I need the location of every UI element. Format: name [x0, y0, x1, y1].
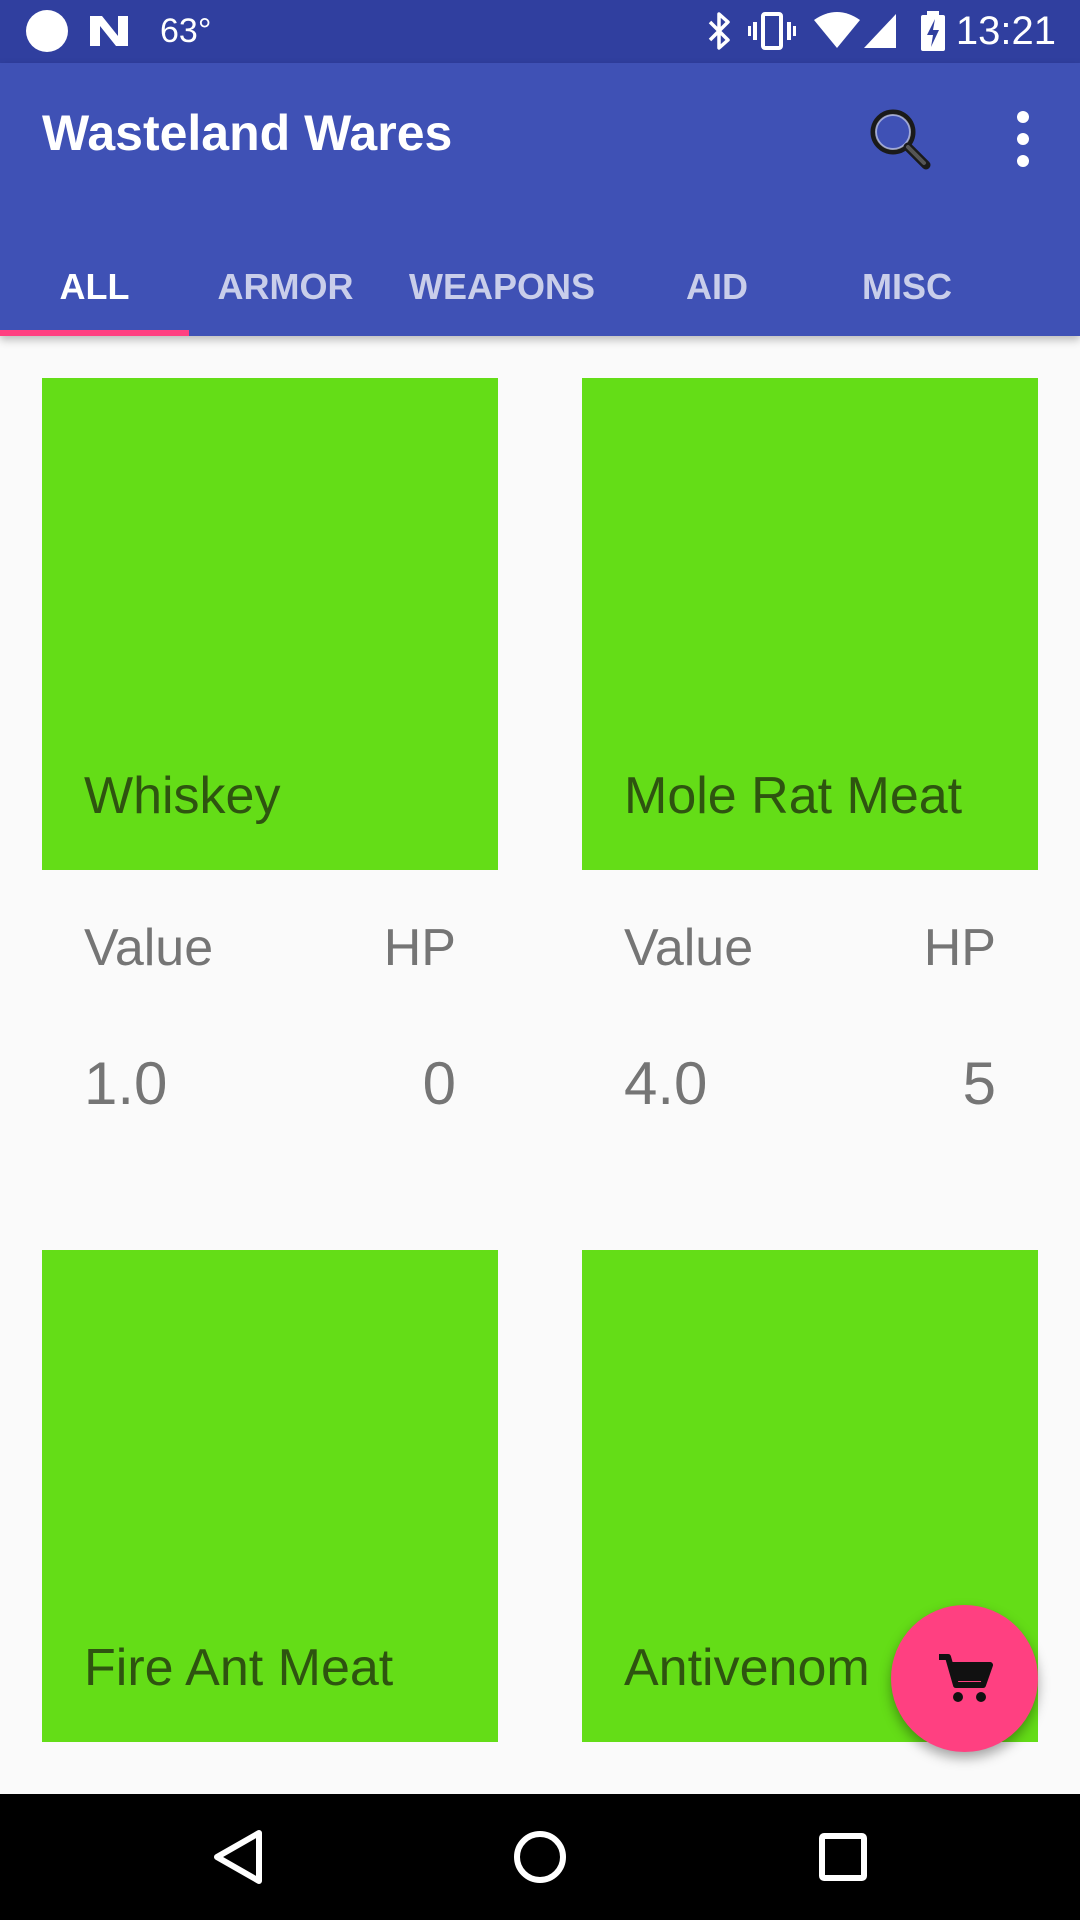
item-card-whiskey[interactable]: Whiskey [42, 378, 498, 870]
value-label: Value [84, 919, 214, 977]
item-value: 1.0 [84, 1050, 168, 1117]
recents-button[interactable] [803, 1817, 883, 1897]
hp-label: HP [923, 919, 996, 977]
item-hp: 0 [422, 1050, 456, 1117]
home-button[interactable] [500, 1817, 580, 1897]
category-tabs: ALL ARMOR WEAPONS AID MISC [0, 238, 1080, 336]
hp-label: HP [383, 919, 456, 977]
battery-charging-icon [921, 11, 945, 51]
recents-icon [819, 1833, 867, 1881]
app-bar: Wasteland Wares ALL ARMOR WEAPONS AID MI… [0, 63, 1080, 336]
app-title: Wasteland Wares [42, 105, 453, 161]
cell-signal-icon [864, 14, 896, 48]
search-button[interactable] [864, 103, 936, 175]
item-name: Whiskey [84, 767, 281, 825]
more-vert-icon [1017, 111, 1029, 167]
clock-text: 13:21 [955, 9, 1056, 53]
back-icon [214, 1830, 262, 1884]
more-options-button[interactable] [996, 103, 1050, 175]
vibrate-icon [748, 12, 796, 50]
item-hp: 5 [962, 1050, 996, 1117]
tab-armor[interactable]: ARMOR [189, 238, 382, 336]
item-name: Fire Ant Meat [84, 1639, 394, 1697]
cart-fab-button[interactable] [891, 1605, 1038, 1752]
tab-weapons[interactable]: WEAPONS [382, 238, 622, 336]
item-card-fire-ant-meat[interactable]: Fire Ant Meat [42, 1250, 498, 1742]
shopping-cart-icon [939, 1654, 993, 1702]
tab-misc[interactable]: MISC [812, 238, 1002, 336]
item-name: Antivenom [624, 1639, 870, 1697]
value-label: Value [624, 919, 754, 977]
tab-aid[interactable]: AID [622, 238, 812, 336]
wifi-icon [814, 12, 860, 48]
item-value: 4.0 [624, 1050, 708, 1117]
n-notification-icon [90, 16, 128, 46]
temperature-text: 63° [160, 12, 212, 50]
back-button[interactable] [199, 1817, 279, 1897]
tab-indicator [0, 330, 189, 336]
circle-notification-icon [26, 10, 68, 52]
home-icon [514, 1831, 566, 1883]
tab-all[interactable]: ALL [0, 238, 189, 336]
search-icon [870, 109, 931, 170]
status-bar: 63° 13:21 [0, 0, 1080, 63]
item-card-mole-rat-meat[interactable]: Mole Rat Meat [582, 378, 1038, 870]
item-name: Mole Rat Meat [624, 767, 963, 825]
bluetooth-icon [708, 12, 730, 50]
system-nav-bar [0, 1794, 1080, 1920]
